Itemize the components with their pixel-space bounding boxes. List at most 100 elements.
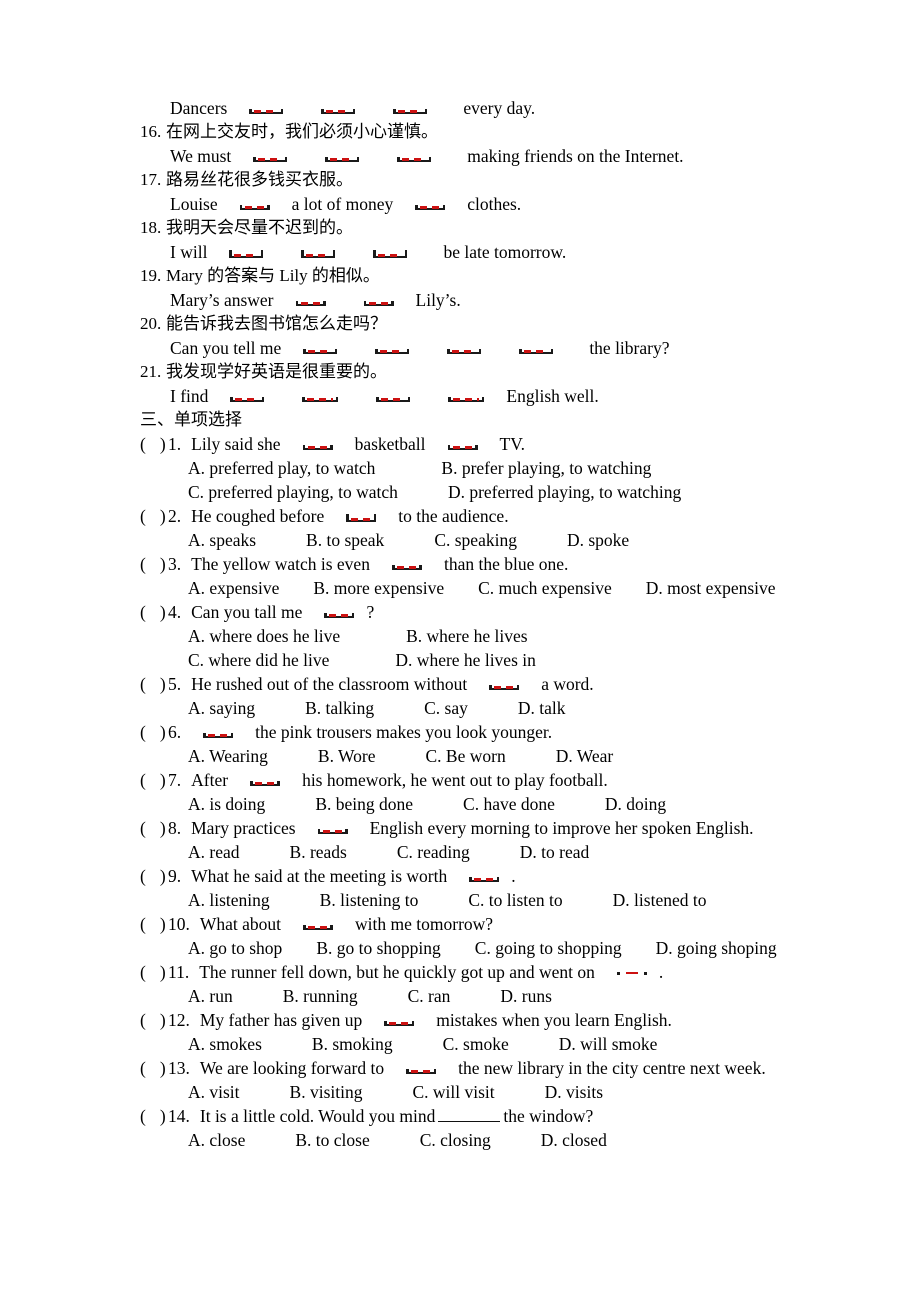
option-d[interactable]: D. going shoping — [656, 936, 777, 960]
option-c[interactable]: C. where did he live — [188, 648, 329, 672]
option-b[interactable]: B. to speak — [306, 528, 384, 552]
option-a[interactable]: A. close — [188, 1128, 245, 1152]
answer-blank[interactable] — [253, 149, 288, 162]
option-a[interactable]: A. smokes — [188, 1032, 262, 1056]
answer-blank[interactable] — [415, 197, 446, 210]
option-b[interactable]: B. smoking — [312, 1032, 393, 1056]
answer-blank[interactable] — [203, 725, 234, 738]
answer-blank[interactable] — [489, 677, 520, 690]
option-a[interactable]: A. expensive — [188, 576, 279, 600]
option-a[interactable]: A. listening — [188, 888, 270, 912]
answer-bracket[interactable]: () — [140, 768, 168, 792]
option-b[interactable]: B. more expensive — [313, 576, 444, 600]
answer-bracket[interactable]: () — [140, 1008, 168, 1032]
answer-blank[interactable] — [239, 197, 270, 210]
answer-blank[interactable] — [302, 389, 339, 402]
option-a[interactable]: A. run — [188, 984, 233, 1008]
option-d[interactable]: D. closed — [541, 1128, 607, 1152]
option-b[interactable]: B. talking — [305, 696, 374, 720]
answer-blank[interactable] — [303, 917, 334, 930]
answer-bracket[interactable]: () — [140, 600, 168, 624]
option-a[interactable]: A. speaks — [188, 528, 256, 552]
answer-blank[interactable] — [363, 293, 394, 306]
answer-blank[interactable] — [616, 965, 647, 978]
answer-blank[interactable] — [250, 773, 281, 786]
answer-blank[interactable] — [324, 605, 355, 618]
answer-bracket[interactable]: () — [140, 960, 168, 984]
option-d[interactable]: D. where he lives in — [395, 648, 535, 672]
option-a[interactable]: A. go to shop — [188, 936, 282, 960]
answer-bracket[interactable]: () — [140, 1104, 168, 1128]
answer-blank[interactable] — [230, 389, 265, 402]
option-c[interactable]: C. speaking — [434, 528, 517, 552]
option-d[interactable]: D. to read — [520, 840, 590, 864]
answer-blank[interactable] — [447, 437, 478, 450]
answer-bracket[interactable]: () — [140, 912, 168, 936]
answer-blank[interactable] — [301, 245, 336, 258]
option-c[interactable]: C. preferred playing, to watch — [188, 480, 398, 504]
answer-blank[interactable] — [321, 101, 356, 114]
option-c[interactable]: C. going to shopping — [475, 936, 622, 960]
option-a[interactable]: A. is doing — [188, 792, 265, 816]
option-d[interactable]: D. runs — [500, 984, 552, 1008]
answer-blank[interactable] — [375, 341, 410, 354]
option-c[interactable]: C. closing — [420, 1128, 491, 1152]
answer-blank[interactable] — [373, 245, 408, 258]
option-a[interactable]: A. preferred play, to watch — [188, 456, 375, 480]
option-d[interactable]: D. listened to — [613, 888, 707, 912]
answer-blank[interactable] — [376, 389, 411, 402]
answer-blank[interactable] — [384, 1013, 415, 1026]
answer-bracket[interactable]: () — [140, 504, 168, 528]
option-a[interactable]: A. visit — [188, 1080, 240, 1104]
answer-blank[interactable] — [447, 341, 482, 354]
answer-blank[interactable] — [229, 245, 264, 258]
option-a[interactable]: A. Wearing — [188, 744, 268, 768]
answer-blank[interactable] — [393, 101, 428, 114]
answer-blank[interactable] — [519, 341, 554, 354]
option-a[interactable]: A. saying — [188, 696, 255, 720]
answer-bracket[interactable]: () — [140, 816, 168, 840]
option-d[interactable]: D. preferred playing, to watching — [448, 480, 681, 504]
answer-blank[interactable] — [391, 557, 422, 570]
answer-bracket[interactable]: () — [140, 1056, 168, 1080]
answer-blank[interactable] — [448, 389, 485, 402]
answer-blank[interactable] — [406, 1061, 437, 1074]
answer-blank[interactable] — [303, 341, 338, 354]
option-d[interactable]: D. talk — [518, 696, 566, 720]
option-a[interactable]: A. where does he live — [188, 624, 340, 648]
answer-blank[interactable] — [302, 437, 333, 450]
option-d[interactable]: D. visits — [545, 1080, 603, 1104]
option-a[interactable]: A. read — [188, 840, 240, 864]
option-c[interactable]: C. ran — [408, 984, 451, 1008]
answer-bracket[interactable]: () — [140, 432, 168, 456]
option-c[interactable]: C. reading — [397, 840, 470, 864]
answer-bracket[interactable]: () — [140, 864, 168, 888]
option-c[interactable]: C. will visit — [412, 1080, 494, 1104]
option-b[interactable]: B. where he lives — [406, 624, 528, 648]
option-b[interactable]: B. reads — [290, 840, 347, 864]
option-c[interactable]: C. much expensive — [478, 576, 612, 600]
answer-blank[interactable] — [317, 821, 348, 834]
option-b[interactable]: B. go to shopping — [316, 936, 440, 960]
answer-bracket[interactable]: () — [140, 720, 168, 744]
answer-blank[interactable] — [249, 101, 284, 114]
answer-bracket[interactable]: () — [140, 552, 168, 576]
answer-blank[interactable] — [295, 293, 326, 306]
option-b[interactable]: B. to close — [295, 1128, 369, 1152]
answer-blank[interactable] — [469, 869, 500, 882]
option-b[interactable]: B. Wore — [318, 744, 376, 768]
option-c[interactable]: C. Be worn — [426, 744, 506, 768]
option-b[interactable]: B. visiting — [290, 1080, 363, 1104]
option-d[interactable]: D. doing — [605, 792, 666, 816]
option-d[interactable]: D. Wear — [556, 744, 614, 768]
option-b[interactable]: B. running — [283, 984, 358, 1008]
option-c[interactable]: C. to listen to — [468, 888, 562, 912]
option-d[interactable]: D. most expensive — [646, 576, 776, 600]
option-b[interactable]: B. listening to — [320, 888, 419, 912]
option-d[interactable]: D. will smoke — [559, 1032, 658, 1056]
option-b[interactable]: B. being done — [315, 792, 413, 816]
option-c[interactable]: C. have done — [463, 792, 555, 816]
answer-blank[interactable] — [325, 149, 360, 162]
answer-blank[interactable] — [397, 149, 432, 162]
option-c[interactable]: C. smoke — [443, 1032, 509, 1056]
